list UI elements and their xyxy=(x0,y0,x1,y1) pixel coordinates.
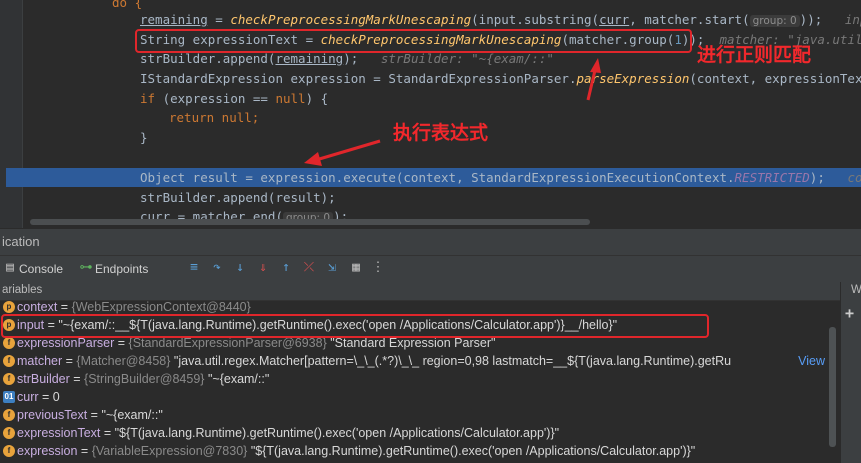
arrow-to-execute-icon xyxy=(304,139,381,166)
variable-name: expressionText xyxy=(17,426,101,440)
run-to-cursor-icon[interactable]: ⇲ xyxy=(325,260,339,276)
variable-value: "~{exam/::" xyxy=(207,372,270,386)
tab-endpoints[interactable]: Endpoints xyxy=(95,260,148,278)
debug-toolbar: ▤ Console ⊶ Endpoints ≡ ↷ ↓ ⇓ ↑ ⤫ ⇲ ▦ ⋮ xyxy=(0,255,861,283)
variable-value: "java.util.regex.Matcher[pattern=\_\_(.*… xyxy=(173,354,732,368)
variable-name: context xyxy=(17,301,58,314)
variable-row[interactable]: f expression = {VariableExpression@7830}… xyxy=(0,442,840,460)
console-icon: ▤ xyxy=(6,260,14,275)
variable-type: {VariableExpression@7830} xyxy=(91,444,248,458)
variable-name: strBuilder xyxy=(17,372,70,386)
code-editor[interactable]: do { remaining = checkPreprocessingMarkU… xyxy=(0,0,861,228)
field-icon: f xyxy=(3,355,15,367)
variable-type: {StandardExpressionParser@6938} xyxy=(128,336,327,350)
more-icon[interactable]: ⋮ xyxy=(371,260,385,276)
primitive-icon: 01 xyxy=(3,391,15,403)
evaluate-expression-icon[interactable]: ▦ xyxy=(349,260,363,276)
variables-list[interactable]: p context = {WebExpressionContext@8440} … xyxy=(0,301,840,463)
variable-row[interactable]: f expressionText = "${T(java.lang.Runtim… xyxy=(0,424,840,442)
variable-value: "${T(java.lang.Runtime).getRuntime().exe… xyxy=(114,426,560,440)
variable-name: curr xyxy=(17,390,39,404)
variables-title: ariables xyxy=(2,284,43,296)
field-icon: p xyxy=(3,301,15,313)
vertical-scrollbar[interactable] xyxy=(829,327,836,447)
field-icon: f xyxy=(3,373,15,385)
endpoints-icon: ⊶ xyxy=(79,260,93,275)
variable-type: {Matcher@8458} xyxy=(76,354,171,368)
watches-title: Wa xyxy=(851,284,861,296)
tab-console[interactable]: Console xyxy=(19,260,63,278)
watches-panel: Wa + xyxy=(840,282,861,463)
variables-header: ariables xyxy=(0,282,840,301)
variable-value: 0 xyxy=(52,390,60,404)
field-icon: f xyxy=(3,445,15,457)
variable-value: "~{exam/::" xyxy=(101,408,163,422)
drop-frame-icon[interactable]: ⤫ xyxy=(302,260,316,276)
variable-name: expressionParser xyxy=(17,336,115,350)
add-watch-icon[interactable]: + xyxy=(845,304,854,322)
variable-row[interactable]: f previousText = "~{exam/::" xyxy=(0,406,840,424)
variable-name: expression xyxy=(17,444,78,458)
variable-type: {WebExpressionContext@8440} xyxy=(71,301,251,314)
field-icon: f xyxy=(3,337,15,349)
variable-value: "${T(java.lang.Runtime).getRuntime().exe… xyxy=(250,444,696,458)
step-over-icon[interactable]: ↷ xyxy=(210,260,224,276)
step-out-icon[interactable]: ↑ xyxy=(279,260,293,276)
debug-title: ication xyxy=(2,234,40,249)
variable-value: "Standard Expression Parser" xyxy=(330,336,496,350)
input-highlight-box xyxy=(1,314,709,338)
force-step-into-icon[interactable]: ⇓ xyxy=(256,260,270,276)
step-into-icon[interactable]: ↓ xyxy=(233,260,247,276)
variable-type: {StringBuilder@8459} xyxy=(84,372,205,386)
variable-row[interactable]: f strBuilder = {StringBuilder@8459} "~{e… xyxy=(0,370,840,388)
field-icon: f xyxy=(3,427,15,439)
debug-tool-window-header: ication xyxy=(0,228,861,256)
view-link[interactable]: View xyxy=(798,352,825,370)
variable-name: matcher xyxy=(17,354,63,368)
variable-row[interactable]: 01 curr = 0 xyxy=(0,388,840,406)
arrow-to-regex-icon xyxy=(586,58,601,101)
show-execution-point-icon[interactable]: ≡ xyxy=(187,260,201,276)
variable-name: previousText xyxy=(17,408,88,422)
annotation-arrows xyxy=(304,58,601,166)
variable-row[interactable]: f matcher = {Matcher@8458} "java.util.re… xyxy=(0,352,840,370)
field-icon: f xyxy=(3,409,15,421)
